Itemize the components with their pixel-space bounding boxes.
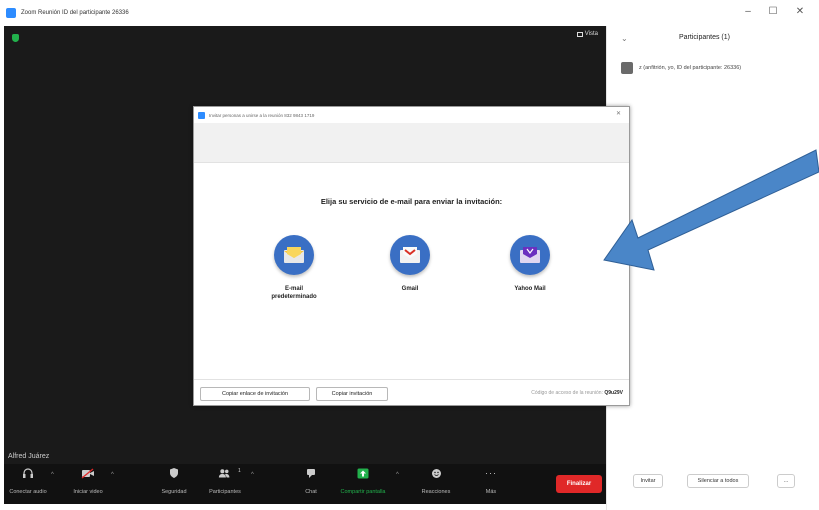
join-audio-button[interactable]: Conectar audio xyxy=(8,467,48,495)
yahoo-mail-label: Yahoo Mail xyxy=(514,286,546,292)
chat-label: Chat xyxy=(305,489,317,495)
dialog-tabs-band xyxy=(194,123,629,163)
avatar xyxy=(621,62,633,74)
gmail-icon xyxy=(390,235,430,275)
zoom-window: Zoom Reunión ID del participante 26336 –… xyxy=(0,0,819,510)
video-options-caret[interactable]: ^ xyxy=(111,472,114,478)
dialog-heading: Elija su servicio de e-mail para enviar … xyxy=(320,197,503,206)
dialog-title-bar: Invitar personas a unirse a la reunión 8… xyxy=(194,107,629,123)
view-button[interactable]: Vista xyxy=(576,31,598,37)
dialog-close-icon[interactable]: ✕ xyxy=(616,110,621,117)
start-video-button[interactable]: Iniciar video xyxy=(66,467,110,495)
gmail-option[interactable]: Gmail xyxy=(370,235,450,293)
participant-name-label: Alfred Juárez xyxy=(8,453,50,460)
share-screen-icon xyxy=(356,467,370,479)
minimize-button[interactable]: – xyxy=(738,6,758,17)
title-bar: Zoom Reunión ID del participante 26336 –… xyxy=(0,0,819,26)
reactions-button[interactable]: Reacciones xyxy=(416,467,456,495)
join-audio-label: Conectar audio xyxy=(9,489,47,495)
participant-name: z (anfitrión, yo, ID del participante: 2… xyxy=(639,65,742,71)
share-screen-label: Compartir pantalla xyxy=(340,489,386,495)
shield-icon xyxy=(167,467,181,479)
participants-icon xyxy=(218,467,232,479)
gmail-label: Gmail xyxy=(401,286,419,292)
security-button[interactable]: Seguridad xyxy=(152,467,196,495)
more-icon: ··· xyxy=(485,468,497,478)
participants-button[interactable]: Participantes xyxy=(200,467,250,495)
start-video-label: Iniciar video xyxy=(73,489,103,495)
panel-footer: Invitar Silenciar a todos ... xyxy=(607,474,819,496)
share-screen-button[interactable]: Compartir pantalla xyxy=(338,467,388,495)
annotation-arrow-icon xyxy=(603,149,819,271)
end-meeting-button[interactable]: Finalizar xyxy=(556,475,602,493)
chat-button[interactable]: Chat xyxy=(298,467,324,495)
more-options-button[interactable]: ... xyxy=(777,474,795,488)
close-button[interactable]: ✕ xyxy=(790,6,810,17)
participants-label: Participantes xyxy=(209,489,241,495)
participants-count: 1 xyxy=(238,468,241,474)
meeting-passcode-label: Código de acceso de la reunión: xyxy=(531,390,603,396)
reactions-icon xyxy=(429,467,443,479)
meeting-passcode-value: Q9u29V xyxy=(604,390,623,396)
meeting-passcode: Código de acceso de la reunión: Q9u29V xyxy=(531,390,623,396)
participant-row[interactable]: z (anfitrión, yo, ID del participante: 2… xyxy=(621,62,741,74)
default-email-icon xyxy=(274,235,314,275)
mute-all-button[interactable]: Silenciar a todos xyxy=(687,474,749,488)
headphones-icon xyxy=(21,467,35,479)
video-off-icon xyxy=(81,467,95,479)
yahoo-mail-option[interactable]: Yahoo Mail xyxy=(490,235,570,293)
panel-title: Participantes (1) xyxy=(679,34,730,41)
zoom-app-icon xyxy=(6,8,16,18)
share-options-caret[interactable]: ^ xyxy=(396,472,399,478)
reactions-label: Reacciones xyxy=(421,489,451,495)
audio-options-caret[interactable]: ^ xyxy=(51,472,54,478)
invite-button[interactable]: Invitar xyxy=(633,474,663,488)
copy-invite-link-button[interactable]: Copiar enlace de invitación xyxy=(200,387,310,401)
panel-header: ⌄ Participantes (1) xyxy=(607,32,819,48)
more-button[interactable]: ··· Más xyxy=(478,467,504,495)
chevron-down-icon[interactable]: ⌄ xyxy=(621,34,628,43)
dialog-footer: Copiar enlace de invitación Copiar invit… xyxy=(194,379,629,406)
default-email-label: E-mail predeterminado xyxy=(271,286,317,300)
grid-view-icon xyxy=(576,31,583,37)
dialog-title: Invitar personas a unirse a la reunión 8… xyxy=(209,112,315,118)
security-label: Seguridad xyxy=(161,489,187,495)
window-title: Zoom Reunión ID del participante 26336 xyxy=(21,10,129,16)
maximize-button[interactable]: ☐ xyxy=(763,6,783,17)
yahoo-mail-icon xyxy=(510,235,550,275)
more-label: Más xyxy=(485,489,497,495)
default-email-option[interactable]: E-mail predeterminado xyxy=(254,235,334,301)
security-shield-icon[interactable] xyxy=(12,34,19,42)
meeting-toolbar: Conectar audio ^ Iniciar video ^ Segurid… xyxy=(4,464,606,504)
chat-icon xyxy=(304,467,318,479)
participants-options-caret[interactable]: ^ xyxy=(251,472,254,478)
copy-invitation-button[interactable]: Copiar invitación xyxy=(316,387,388,401)
view-label: Vista xyxy=(584,31,598,37)
invite-dialog: Invitar personas a unirse a la reunión 8… xyxy=(193,106,630,406)
zoom-dialog-icon xyxy=(198,111,205,119)
